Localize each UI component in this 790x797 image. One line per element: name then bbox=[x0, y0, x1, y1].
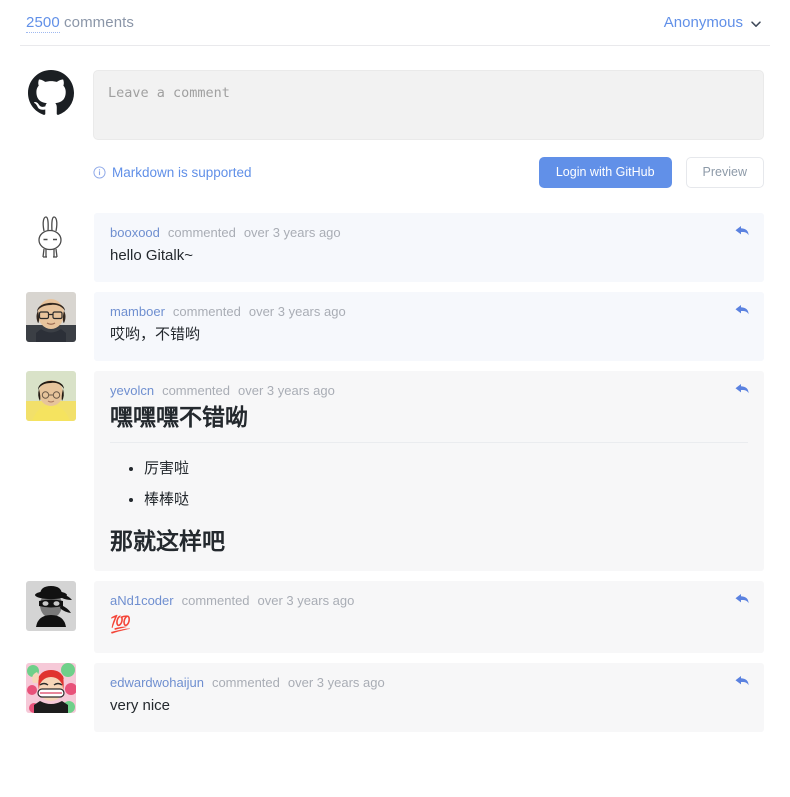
comment-action: commented bbox=[172, 304, 241, 319]
comment-item: mamboer commented over 3 years ago 哎哟，不错… bbox=[26, 292, 764, 361]
comment-action: commented bbox=[167, 225, 236, 240]
preview-button[interactable]: Preview bbox=[685, 157, 764, 188]
github-octocat-icon bbox=[26, 70, 76, 120]
comment-paragraph: very nice bbox=[110, 697, 171, 715]
comment-paragraph: 哎哟，不错哟 bbox=[110, 326, 201, 343]
editor-controls: Markdown is supported Login with GitHub … bbox=[93, 157, 764, 188]
comment-paragraph: 💯 bbox=[110, 615, 132, 636]
markdown-supported-label: Markdown is supported bbox=[112, 165, 252, 180]
comment-author[interactable]: aNd1coder bbox=[110, 593, 174, 608]
comment-text: 哎哟，不错哟 bbox=[110, 323, 748, 347]
comment-header: edwardwohaijun commented over 3 years ag… bbox=[110, 675, 748, 690]
comment-paragraph: hello Gitalk~ bbox=[110, 247, 193, 264]
comment-date: over 3 years ago bbox=[287, 675, 385, 691]
comment-author[interactable]: edwardwohaijun bbox=[110, 675, 204, 690]
comment-text: 💯 bbox=[110, 612, 748, 639]
comment-body-card: mamboer commented over 3 years ago 哎哟，不错… bbox=[94, 292, 764, 361]
comment-header: booxood commented over 3 years ago bbox=[110, 225, 748, 240]
reply-arrow-icon[interactable] bbox=[734, 673, 750, 689]
comment-count-number[interactable]: 2500 bbox=[26, 14, 60, 33]
comment-date: over 3 years ago bbox=[243, 225, 341, 240]
rabbit-avatar[interactable] bbox=[26, 213, 76, 263]
comment-body-card: booxood commented over 3 years ago hello… bbox=[94, 213, 764, 282]
user-dropdown-label: Anonymous bbox=[663, 14, 743, 31]
list-item: 棒棒哒 bbox=[144, 488, 748, 512]
man-glasses-avatar[interactable] bbox=[26, 292, 76, 342]
cartoon-redhair-avatar[interactable] bbox=[26, 663, 76, 714]
reply-arrow-icon[interactable] bbox=[734, 223, 750, 239]
comment-header: mamboer commented over 3 years ago bbox=[110, 304, 748, 319]
login-with-github-button[interactable]: Login with GitHub bbox=[538, 157, 672, 188]
comment-heading-secondary: 那就这样吧 bbox=[110, 528, 225, 555]
comment-list: booxood commented over 3 years ago hello… bbox=[20, 213, 770, 733]
list-item: 厉害啦 bbox=[144, 457, 748, 481]
comment-bullet-list: 厉害啦 棒棒哒 bbox=[110, 457, 748, 512]
comment-author[interactable]: booxood bbox=[110, 225, 160, 240]
comment-author[interactable]: yevolcn bbox=[110, 383, 154, 398]
comment-date: over 3 years ago bbox=[257, 593, 355, 609]
comment-item: booxood commented over 3 years ago hello… bbox=[26, 213, 764, 282]
comment-count-label: comments bbox=[59, 14, 135, 31]
reply-arrow-icon[interactable] bbox=[734, 591, 750, 607]
comment-body-card: aNd1coder commented over 3 years ago 💯 bbox=[94, 581, 764, 654]
comment-text: 嘿嘿嘿不错呦 厉害啦 棒棒哒 那就这样吧 bbox=[110, 402, 748, 557]
comment-text: hello Gitalk~ bbox=[110, 244, 748, 268]
comment-action: commented bbox=[211, 675, 280, 691]
gitalk-widget: 2500 comments Anonymous Markdown is supp bbox=[0, 0, 790, 733]
comment-text: very nice bbox=[110, 694, 748, 718]
chevron-down-icon bbox=[750, 17, 762, 29]
user-dropdown[interactable]: Anonymous bbox=[664, 14, 762, 31]
comments-meta-bar: 2500 comments Anonymous bbox=[20, 0, 770, 46]
comment-body-card: edwardwohaijun commented over 3 years ag… bbox=[94, 663, 764, 733]
reply-arrow-icon[interactable] bbox=[734, 302, 750, 318]
comment-item: aNd1coder commented over 3 years ago 💯 bbox=[26, 581, 764, 654]
info-circle-icon bbox=[93, 166, 106, 179]
comment-editor-body: Markdown is supported Login with GitHub … bbox=[93, 70, 764, 188]
spy-silhouette-avatar[interactable] bbox=[26, 581, 76, 632]
man-yellow-shirt-avatar[interactable] bbox=[26, 371, 76, 421]
comment-date: over 3 years ago bbox=[248, 304, 346, 319]
comment-header: yevolcn commented over 3 years ago bbox=[110, 383, 748, 398]
reply-arrow-icon[interactable] bbox=[734, 381, 750, 397]
comment-date: over 3 years ago bbox=[238, 383, 335, 398]
comment-heading: 嘿嘿嘿不错呦 bbox=[110, 402, 748, 444]
comment-action: commented bbox=[181, 593, 250, 609]
comment-count: 2500 comments bbox=[26, 14, 135, 33]
comment-action: commented bbox=[162, 383, 230, 398]
comment-body-card: yevolcn commented over 3 years ago 嘿嘿嘿不错… bbox=[94, 371, 764, 572]
comment-item: yevolcn commented over 3 years ago 嘿嘿嘿不错… bbox=[26, 371, 764, 572]
comment-item: edwardwohaijun commented over 3 years ag… bbox=[26, 663, 764, 733]
markdown-supported-link[interactable]: Markdown is supported bbox=[93, 165, 252, 180]
editor-button-group: Login with GitHub Preview bbox=[538, 157, 764, 188]
comment-header: aNd1coder commented over 3 years ago bbox=[110, 593, 748, 608]
comment-input[interactable] bbox=[93, 70, 764, 140]
comment-author[interactable]: mamboer bbox=[110, 304, 165, 319]
comment-editor: Markdown is supported Login with GitHub … bbox=[20, 60, 770, 188]
